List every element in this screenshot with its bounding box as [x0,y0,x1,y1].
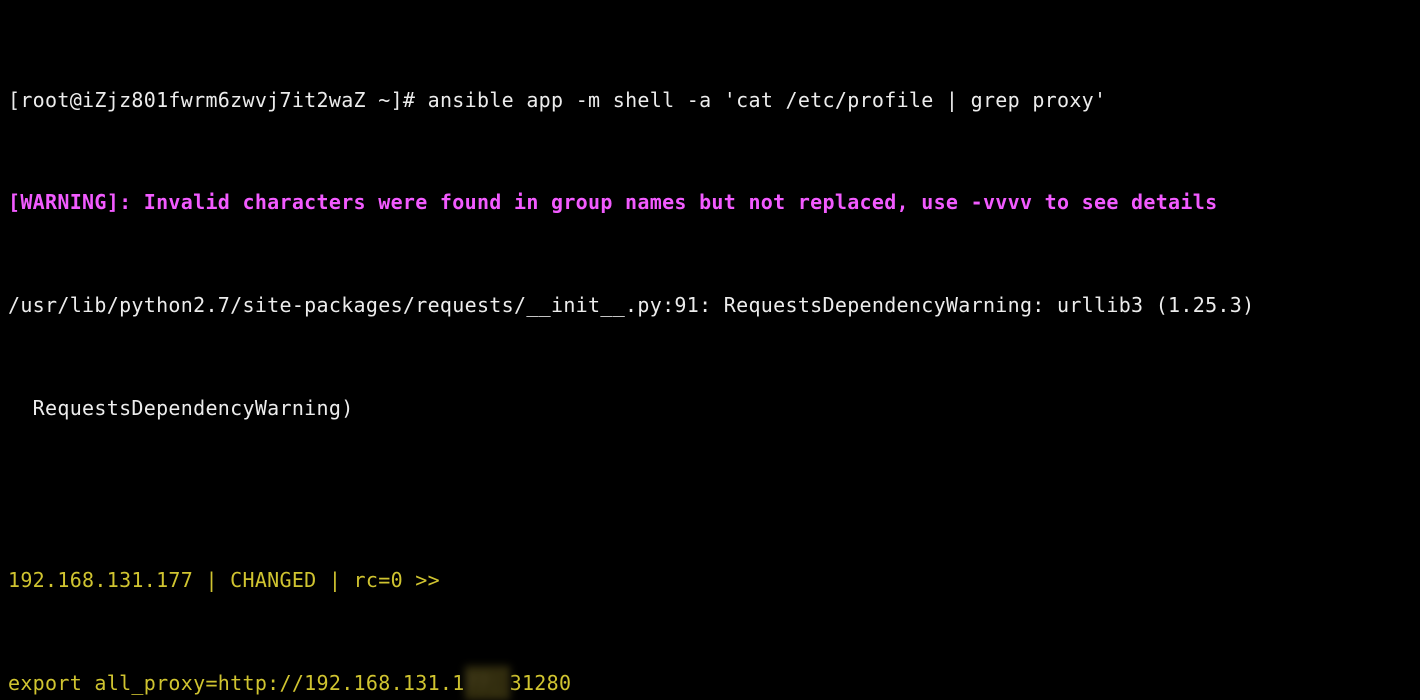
output-line: export all_proxy=http://192.168.131.177：… [8,666,1412,700]
dependency-warning-2: RequestsDependencyWarning) [8,391,1412,425]
dependency-warning-1: /usr/lib/python2.7/site-packages/request… [8,288,1412,322]
terminal[interactable]: [root@iZjz801fwrm6zwvj7it2waZ ~]# ansibl… [0,0,1420,700]
host-header: 192.168.131.177 | CHANGED | rc=0 >> [8,563,1412,597]
prompt-line-1: [root@iZjz801fwrm6zwvj7it2waZ ~]# ansibl… [8,83,1412,117]
redacted-ip: 77： [465,666,510,700]
command-text: ansible app -m shell -a 'cat /etc/profil… [428,88,1107,112]
warning-line: [WARNING]: Invalid characters were found… [8,185,1412,219]
shell-prompt: [root@iZjz801fwrm6zwvj7it2waZ ~]# [8,88,428,112]
